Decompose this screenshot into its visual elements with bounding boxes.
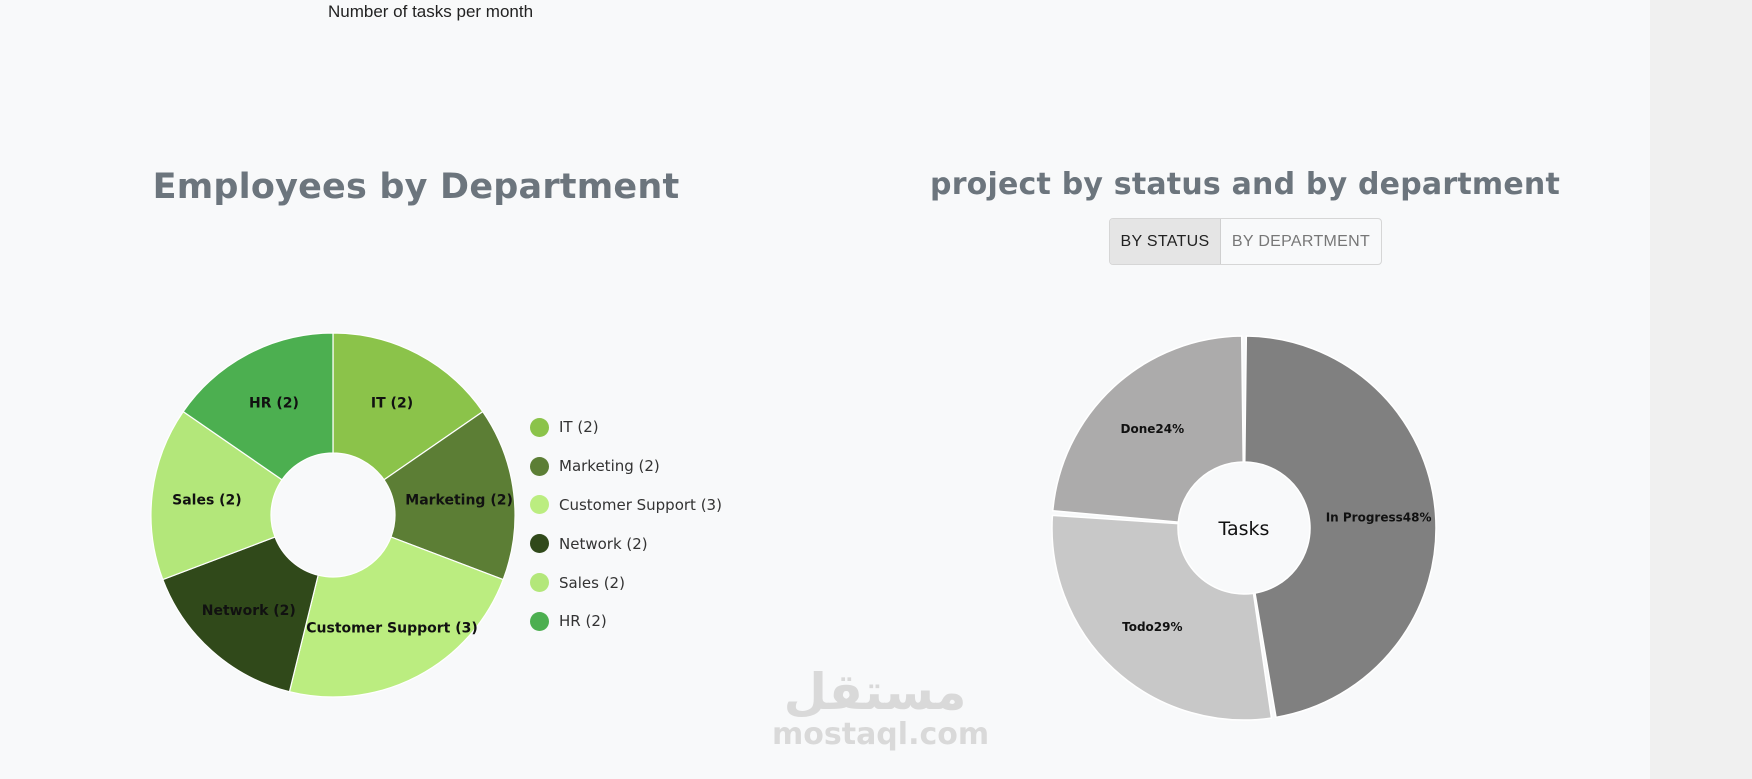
legend-item-sales-2[interactable]: Sales (2) xyxy=(530,563,722,602)
legend-swatch xyxy=(530,534,549,554)
donut-center-label: Tasks xyxy=(1218,518,1270,540)
legend-swatch xyxy=(530,417,549,437)
slice-in-progress48[interactable] xyxy=(1244,335,1437,719)
project-status-title: project by status and by department xyxy=(930,167,1560,202)
legend-label: Customer Support (3) xyxy=(559,495,722,514)
slice-label-hr-2: HR (2) xyxy=(249,396,299,412)
by-status-button[interactable]: BY STATUS xyxy=(1110,219,1221,264)
legend-label: HR (2) xyxy=(559,612,607,631)
tasks-per-month-chart-title: Number of tasks per month xyxy=(328,2,534,21)
watermark-latin: mostaql.com xyxy=(772,717,990,752)
projects-donut-chart: In Progress48% Todo29% Done24% Tasks xyxy=(1051,335,1437,721)
legend-label: Sales (2) xyxy=(559,573,625,592)
slice-todo29[interactable] xyxy=(1051,514,1273,721)
slice-label-customer-support-3: Customer Support (3) xyxy=(306,620,477,636)
employees-legend: IT (2) Marketing (2) Customer Support (3) N… xyxy=(530,408,722,641)
legend-item-network-2[interactable]: Network (2) xyxy=(530,524,722,563)
legend-item-customer-support-3[interactable]: Customer Support (3) xyxy=(530,486,722,525)
employees-by-department-title: Employees by Department xyxy=(152,167,680,207)
legend-item-marketing-2[interactable]: Marketing (2) xyxy=(530,447,722,486)
slice-label-network-2: Network (2) xyxy=(202,603,296,619)
slice-label-todo29: Todo29% xyxy=(1122,620,1182,634)
chart-toggle-group: BY STATUS BY DEPARTMENT xyxy=(1109,218,1382,265)
legend-swatch xyxy=(530,495,549,515)
legend-item-it-2[interactable]: IT (2) xyxy=(530,408,722,447)
legend-swatch xyxy=(530,456,549,476)
watermark: مستقل mostaql.com xyxy=(772,663,990,752)
page-gutter xyxy=(1650,0,1752,779)
slice-label-done24: Done24% xyxy=(1121,422,1185,436)
legend-label: Network (2) xyxy=(559,534,648,553)
legend-label: Marketing (2) xyxy=(559,457,660,476)
slice-label-in-progress48: In Progress48% xyxy=(1326,511,1432,525)
slice-label-it-2: IT (2) xyxy=(371,396,413,412)
legend-item-hr-2[interactable]: HR (2) xyxy=(530,602,722,641)
legend-swatch xyxy=(530,611,549,631)
legend-label: IT (2) xyxy=(559,418,599,437)
legend-swatch xyxy=(530,573,549,593)
by-department-button[interactable]: BY DEPARTMENT xyxy=(1221,219,1381,264)
watermark-arabic: مستقل xyxy=(783,663,967,721)
slice-label-marketing-2: Marketing (2) xyxy=(405,493,513,509)
slice-label-sales-2: Sales (2) xyxy=(172,493,242,509)
